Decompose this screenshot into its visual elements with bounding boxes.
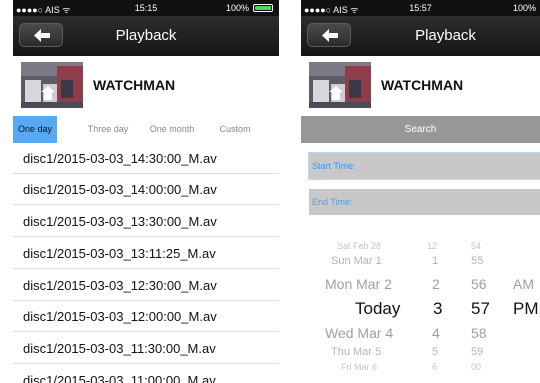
list-item[interactable]: disc1/2015-03-03_11:30:00_M.av — [13, 333, 279, 364]
list-item[interactable]: disc1/2015-03-03_12:30:00_M.av — [13, 270, 279, 301]
battery-percent: 100% — [512, 3, 536, 13]
camera-snapshot-image — [21, 62, 83, 108]
picker-minute[interactable]: 54 — [471, 241, 481, 251]
picker-minute[interactable]: 58 — [471, 325, 487, 341]
camera-header: WATCHMAN — [13, 56, 279, 114]
picker-day[interactable]: Sat Feb 28 — [337, 241, 381, 251]
picker-hour[interactable]: 4 — [432, 325, 440, 341]
picker-am[interactable]: AM — [513, 276, 534, 292]
date-time-picker[interactable]: Sat Feb 28 Sun Mar 1 Mon Mar 2 Today Wed… — [301, 236, 540, 383]
list-item[interactable]: disc1/2015-03-03_14:00:00_M.av — [13, 174, 279, 205]
picker-day[interactable]: Thu Mar 5 — [331, 346, 381, 358]
playback-search-screen: ●●●●○ AIS ᯤ 15:57 100% Playback WATCHMAN… — [301, 0, 540, 383]
status-bar: ●●●●○ AIS ᯤ 15:57 100% — [301, 0, 540, 16]
picker-minute[interactable]: 55 — [471, 255, 483, 267]
recording-list: disc1/2015-03-03_14:30:00_M.av disc1/201… — [13, 143, 279, 383]
list-item[interactable]: disc1/2015-03-03_13:30:00_M.av — [13, 206, 279, 237]
file-name: disc1/2015-03-03_13:11:25_M.av — [23, 246, 216, 261]
picker-day[interactable]: Sun Mar 1 — [331, 255, 382, 267]
picker-hour-selected[interactable]: 3 — [433, 299, 442, 319]
camera-thumbnail[interactable] — [21, 62, 83, 108]
tab-one-month[interactable]: One month — [142, 116, 202, 143]
picker-hour[interactable]: 2 — [432, 276, 440, 292]
camera-name: WATCHMAN — [381, 77, 464, 93]
status-time: 15:57 — [409, 3, 432, 13]
picker-hour[interactable]: 1 — [432, 255, 438, 267]
picker-hour[interactable]: 6 — [432, 362, 437, 372]
playback-list-screen: ●●●●○ AIS ᯤ 15:15 100% Playback WATCHMAN — [13, 0, 279, 383]
battery-icon — [253, 4, 273, 12]
navigation-bar: Playback — [13, 16, 279, 56]
status-bar: ●●●●○ AIS ᯤ 15:15 100% — [13, 0, 279, 16]
tab-custom[interactable]: Custom — [211, 116, 259, 143]
picker-day-selected[interactable]: Today — [355, 299, 400, 319]
file-name: disc1/2015-03-03_11:30:00_M.av — [23, 341, 216, 356]
camera-snapshot-image — [309, 62, 371, 108]
file-name: disc1/2015-03-03_14:00:00_M.av — [23, 182, 217, 197]
tab-three-day[interactable]: Three day — [80, 116, 136, 143]
picker-minute[interactable]: 56 — [471, 276, 487, 292]
picker-day[interactable]: Fri Mar 6 — [341, 362, 377, 372]
list-item[interactable]: disc1/2015-03-03_14:30:00_M.av — [13, 143, 279, 174]
picker-minute[interactable]: 59 — [471, 346, 483, 358]
file-name: disc1/2015-03-03_11:00:00_M.av — [23, 373, 216, 383]
camera-thumbnail[interactable] — [309, 62, 371, 108]
date-range-tabs: One day Three day One month Custom — [13, 116, 279, 143]
file-name: disc1/2015-03-03_13:30:00_M.av — [23, 214, 217, 229]
search-button[interactable]: Search — [301, 116, 540, 143]
picker-minute-selected[interactable]: 57 — [471, 299, 490, 319]
picker-hour[interactable]: 5 — [432, 346, 438, 358]
list-item[interactable]: disc1/2015-03-03_12:00:00_M.av — [13, 301, 279, 332]
battery-percent: 100% — [225, 3, 249, 13]
list-item[interactable]: disc1/2015-03-03_11:00:00_M.av — [13, 365, 279, 383]
picker-minute[interactable]: 00 — [471, 362, 481, 372]
picker-day[interactable]: Wed Mar 4 — [325, 325, 393, 341]
picker-hour[interactable]: 12 — [427, 241, 437, 251]
picker-pm-selected[interactable]: PM — [513, 299, 539, 319]
start-time-field[interactable]: Start Time: — [309, 153, 540, 179]
tab-one-day[interactable]: One day — [13, 116, 57, 143]
file-name: disc1/2015-03-03_12:00:00_M.av — [23, 309, 217, 324]
navigation-bar: Playback — [301, 16, 540, 56]
file-name: disc1/2015-03-03_14:30:00_M.av — [23, 151, 217, 166]
list-item[interactable]: disc1/2015-03-03_13:11:25_M.av — [13, 238, 279, 269]
page-title: Playback — [415, 27, 476, 44]
camera-header: WATCHMAN — [301, 56, 540, 114]
end-time-field[interactable]: End Time: — [309, 189, 540, 215]
picker-day[interactable]: Mon Mar 2 — [325, 276, 392, 292]
file-name: disc1/2015-03-03_12:30:00_M.av — [23, 278, 217, 293]
page-title: Playback — [115, 27, 177, 44]
camera-name: WATCHMAN — [93, 77, 176, 93]
